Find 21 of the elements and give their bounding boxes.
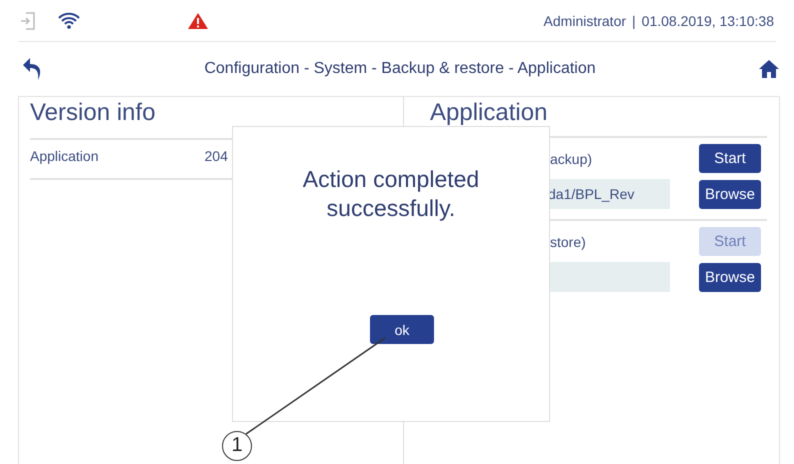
date-time: 01.08.2019, 13:10:38 [642, 12, 774, 28]
section-title: Application [430, 98, 548, 128]
back-arrow-icon[interactable] [22, 56, 42, 82]
callout-number: 1 [222, 431, 252, 461]
home-icon[interactable] [758, 59, 780, 79]
warning-icon[interactable] [187, 12, 209, 30]
path-field[interactable] [548, 262, 670, 292]
separator: | [632, 12, 636, 28]
browse-button[interactable]: Browse [698, 262, 761, 292]
ok-button[interactable]: ok [370, 315, 434, 344]
browse-button[interactable]: Browse [698, 180, 761, 208]
section-label: store) [550, 234, 586, 250]
dialog-message: Action completed successfully. [302, 165, 480, 223]
info-label: Application [30, 148, 98, 164]
section-label: ackup) [550, 150, 592, 166]
path-field[interactable]: da1/BPL_Rev [548, 179, 670, 209]
info-value: 204 [204, 148, 228, 164]
user-name: Administrator [544, 12, 626, 28]
breadcrumb: Configuration - System - Backup & restore - Application [203, 60, 597, 78]
start-button[interactable]: Start [699, 144, 761, 173]
wifi-icon [58, 12, 80, 29]
